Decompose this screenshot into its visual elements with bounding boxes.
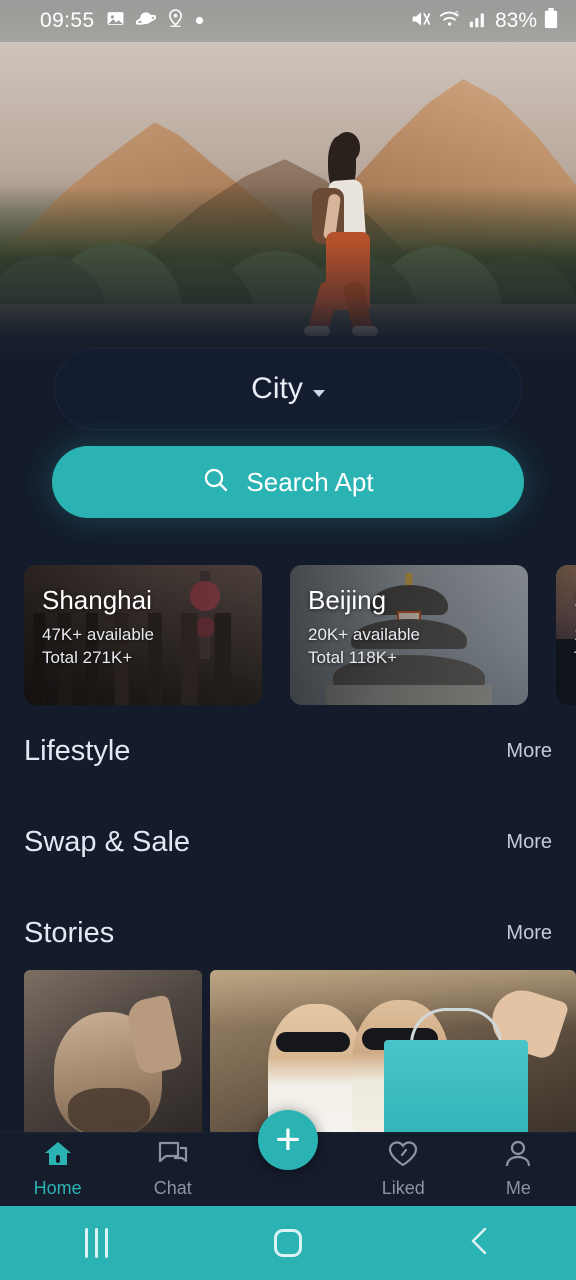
person-icon [503, 1140, 533, 1173]
section-header-swap-and-sale: Swap & Sale More [0, 822, 576, 862]
city-card-beijing[interactable]: Beijing 20K+ available Total 118K+ [290, 565, 528, 705]
search-apt-label: Search Apt [246, 466, 374, 497]
nav-item-label: Chat [153, 1178, 192, 1198]
city-card-shenzhen[interactable]: She 19K+ Tota [556, 565, 576, 705]
status-bar-clock: 09:55 [40, 9, 95, 32]
section-more-link[interactable]: More [506, 740, 552, 763]
status-bar-left: 09:55 [40, 9, 204, 34]
battery-percent-label: 83% [494, 9, 537, 32]
recents-icon [84, 1228, 108, 1258]
planet-icon [135, 9, 157, 34]
city-selector-label: City [251, 372, 303, 405]
section-title: Stories [24, 916, 115, 949]
android-back-button[interactable] [435, 1206, 525, 1280]
android-navigation-bar [0, 1206, 576, 1280]
nav-item-label: Home [33, 1178, 82, 1198]
city-card-text: Shanghai 47K+ available Total 271K+ [42, 585, 254, 670]
city-card-total: Total 118K+ [308, 647, 398, 667]
section-title: Swap & Sale [24, 825, 191, 858]
section-title: Lifestyle [24, 734, 131, 767]
city-card-available: 47K+ available [42, 625, 155, 644]
city-card-scrim [556, 565, 576, 705]
city-cards-carousel[interactable]: Shanghai 47K+ available Total 271K+ Beij… [0, 565, 576, 707]
mute-icon [410, 9, 432, 34]
city-card-shanghai[interactable]: Shanghai 47K+ available Total 271K+ [24, 565, 262, 705]
section-header-stories: Stories More [0, 913, 576, 953]
chevron-down-icon [312, 389, 325, 397]
nav-item-chat[interactable]: Chat [115, 1133, 230, 1206]
status-bar: 09:55 6 83% [0, 0, 576, 42]
add-post-fab[interactable]: + [258, 1110, 318, 1170]
android-recents-button[interactable] [51, 1206, 141, 1280]
wifi-6-icon: 6 [439, 9, 461, 34]
section-more-link[interactable]: More [506, 831, 552, 854]
story-card[interactable] [210, 970, 576, 1136]
battery-icon [544, 8, 558, 34]
story-card[interactable] [24, 970, 202, 1136]
section-more-link[interactable]: More [506, 922, 552, 945]
city-card-text: Beijing 20K+ available Total 118K+ [308, 585, 520, 670]
city-card-total: Total 271K+ [42, 647, 133, 667]
nav-item-home[interactable]: Home [0, 1133, 115, 1206]
nav-item-liked[interactable]: Liked [346, 1133, 461, 1206]
signal-bars-icon [468, 9, 488, 34]
home-icon [43, 1140, 73, 1173]
heart-icon [387, 1140, 419, 1173]
city-card-name: Shanghai [42, 585, 152, 615]
city-selector[interactable]: City [54, 348, 522, 430]
nav-item-label: Liked [381, 1178, 425, 1198]
hero-banner [0, 42, 576, 362]
search-icon [202, 466, 230, 499]
android-home-button[interactable] [243, 1206, 333, 1280]
status-bar-right: 6 83% [410, 8, 558, 34]
svg-text:6: 6 [455, 10, 459, 17]
nav-item-label: Me [505, 1178, 531, 1198]
nav-item-me[interactable]: Me [461, 1133, 576, 1206]
section-header-lifestyle: Lifestyle More [0, 731, 576, 771]
app-screen: 09:55 6 83% City Search Apt Shanghai 47K… [0, 0, 576, 1280]
plus-icon: + [275, 1115, 301, 1164]
back-chevron-icon [467, 1225, 493, 1262]
city-card-available: 20K+ available [308, 625, 421, 644]
home-square-icon [274, 1229, 302, 1257]
image-icon [106, 9, 125, 33]
city-card-name: Beijing [308, 585, 387, 615]
search-section: City Search Apt [0, 348, 576, 518]
hero-gradient-overlay [0, 242, 576, 362]
chat-icon [158, 1140, 188, 1173]
search-apt-button[interactable]: Search Apt [52, 446, 524, 518]
dot-icon [195, 12, 204, 30]
location-pin-icon [167, 9, 184, 33]
